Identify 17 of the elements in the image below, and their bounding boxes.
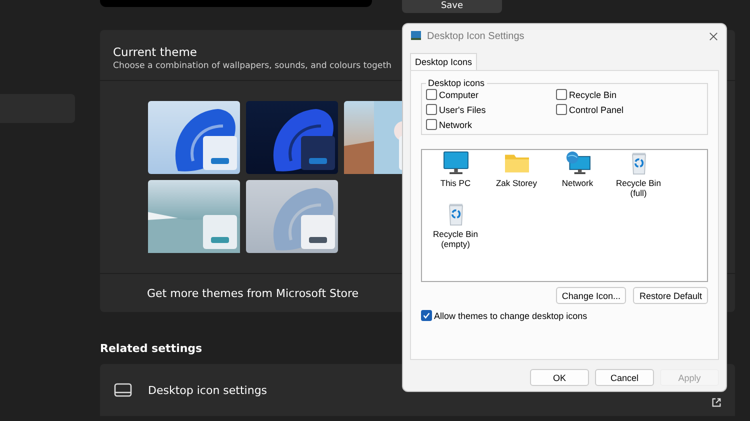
checkbox-label: Allow themes to change desktop icons — [434, 310, 588, 320]
checkbox-label: Network — [439, 120, 472, 130]
section-subtitle: Choose a combination of wallpapers, sounds, and colours togeth — [113, 61, 392, 71]
section-heading: Related settings — [100, 342, 204, 355]
settings-label: Desktop icon settings — [148, 384, 268, 396]
icon-label: Recycle Bin (empty) — [432, 229, 479, 249]
icon-label: Network — [560, 178, 594, 188]
checkbox-label: User's Files — [439, 104, 486, 114]
window-title: Desktop Icon Settings — [427, 30, 526, 42]
checkbox-label: Control Panel — [569, 104, 624, 114]
section-title: Current theme — [113, 45, 197, 59]
icon-label: Zak Storey — [494, 178, 538, 188]
icon-label: Recycle Bin (full) — [615, 178, 662, 198]
group-label: Desktop icons — [427, 78, 486, 88]
checkbox-label: Computer — [439, 90, 479, 100]
icon-label: This PC — [439, 178, 472, 188]
checkbox-label: Recycle Bin — [569, 90, 617, 100]
